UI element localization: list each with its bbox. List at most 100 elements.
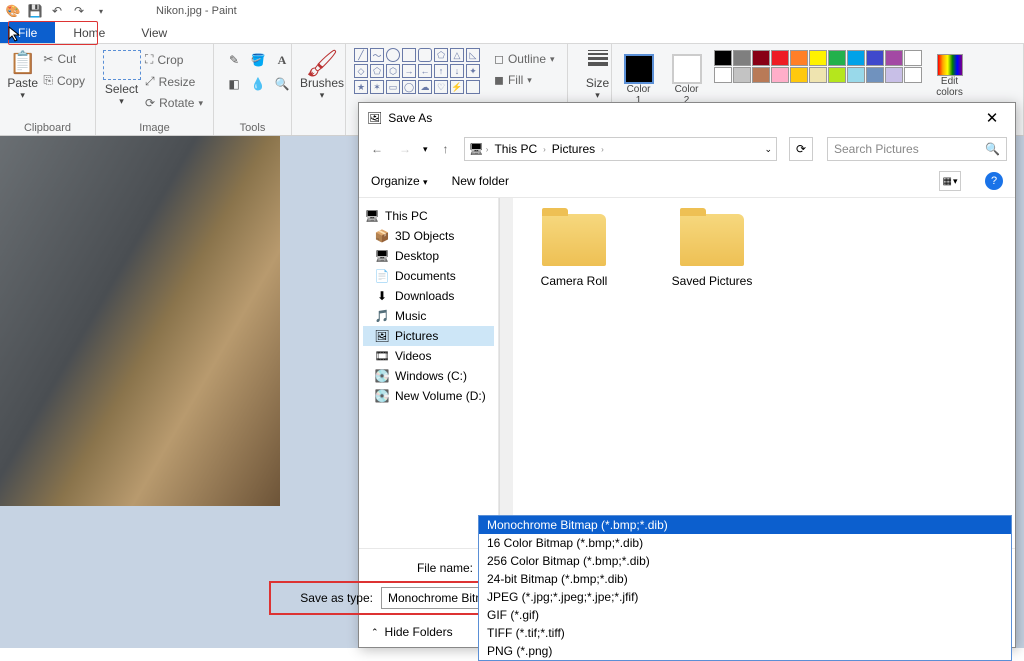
- close-button[interactable]: ✕: [977, 109, 1007, 127]
- back-button[interactable]: ←: [367, 139, 387, 159]
- view-options-button[interactable]: ▦▾: [939, 171, 961, 191]
- search-input[interactable]: Search Pictures 🔍: [827, 137, 1007, 161]
- eraser-icon[interactable]: ◧: [224, 74, 244, 94]
- palette-color[interactable]: [885, 50, 903, 66]
- filetype-option[interactable]: Monochrome Bitmap (*.bmp;*.dib): [479, 516, 1011, 534]
- shape-larrow[interactable]: ←: [418, 64, 432, 78]
- shape-6star[interactable]: ✶: [370, 80, 384, 94]
- shape-pent[interactable]: ⬠: [370, 64, 384, 78]
- filetype-dropdown[interactable]: Monochrome Bitmap (*.bmp;*.dib)16 Color …: [478, 515, 1012, 661]
- palette-color[interactable]: [828, 50, 846, 66]
- save-icon[interactable]: 💾: [26, 2, 44, 20]
- undo-icon[interactable]: ↶: [48, 2, 66, 20]
- address-bar[interactable]: 🖥 › This PC › Pictures › ⌄: [464, 137, 777, 161]
- help-button[interactable]: ?: [985, 172, 1003, 190]
- shape-callcloud[interactable]: ☁: [418, 80, 432, 94]
- shape-rtri[interactable]: ◺: [466, 48, 480, 62]
- palette-color[interactable]: [809, 67, 827, 83]
- refresh-button[interactable]: ⟳: [789, 137, 813, 161]
- filetype-option[interactable]: 256 Color Bitmap (*.bmp;*.dib): [479, 552, 1011, 570]
- tree-item[interactable]: 💽New Volume (D:): [363, 386, 494, 406]
- palette-color[interactable]: [771, 67, 789, 83]
- pencil-icon[interactable]: ✎: [224, 50, 244, 70]
- color1-button[interactable]: Color 1: [618, 50, 660, 110]
- text-icon[interactable]: A: [272, 50, 292, 70]
- shape-poly[interactable]: ⬠: [434, 48, 448, 62]
- menu-home[interactable]: Home: [55, 22, 123, 43]
- crop-button[interactable]: ⛶Crop: [141, 50, 207, 69]
- palette-color[interactable]: [790, 67, 808, 83]
- crumb-this-pc[interactable]: This PC: [490, 142, 541, 156]
- edit-colors-button[interactable]: Edit colors: [928, 50, 972, 102]
- magnify-icon[interactable]: 🔍: [272, 74, 292, 94]
- shape-tri[interactable]: △: [450, 48, 464, 62]
- shape-4star[interactable]: ✦: [466, 64, 480, 78]
- paint-app-icon[interactable]: 🎨: [4, 2, 22, 20]
- palette-color[interactable]: [714, 67, 732, 83]
- image-canvas[interactable]: [0, 136, 280, 506]
- brushes-button[interactable]: 🖌 Brushes ▾: [298, 46, 346, 105]
- palette-color[interactable]: [904, 67, 922, 83]
- shape-rarrow[interactable]: →: [402, 64, 416, 78]
- palette-color[interactable]: [866, 67, 884, 83]
- shape-outline-button[interactable]: ◻Outline ▾: [490, 50, 559, 68]
- tree-item[interactable]: 📦3D Objects: [363, 226, 494, 246]
- select-button[interactable]: Select ▾: [102, 46, 141, 111]
- palette-color[interactable]: [809, 50, 827, 66]
- shape-fill-button[interactable]: ◼Fill ▾: [490, 71, 559, 89]
- tree-item[interactable]: 📄Documents: [363, 266, 494, 286]
- filetype-option[interactable]: PNG (*.png): [479, 642, 1011, 660]
- copy-button[interactable]: ⎘Copy: [39, 71, 89, 90]
- shape-5star[interactable]: ★: [354, 80, 368, 94]
- paste-button[interactable]: 📋 Paste ▾: [6, 46, 39, 105]
- color-palette[interactable]: [714, 50, 922, 83]
- palette-color[interactable]: [790, 50, 808, 66]
- filetype-option[interactable]: JPEG (*.jpg;*.jpeg;*.jpe;*.jfif): [479, 588, 1011, 606]
- tree-item[interactable]: 🖥This PC: [363, 206, 494, 226]
- shape-heart[interactable]: ♡: [434, 80, 448, 94]
- shapes-gallery[interactable]: ╱～⬠△◺ ◇⬠⬡→←↑↓✦ ★✶▭◯☁♡⚡: [352, 46, 482, 96]
- up-button[interactable]: ↑: [436, 139, 456, 159]
- shape-calloval[interactable]: ◯: [402, 80, 416, 94]
- resize-button[interactable]: ⤢Resize: [141, 72, 207, 91]
- address-dropdown-icon[interactable]: ⌄: [764, 144, 772, 155]
- redo-icon[interactable]: ↷: [70, 2, 88, 20]
- fill-icon[interactable]: 🪣: [248, 50, 268, 70]
- picker-icon[interactable]: 💧: [248, 74, 268, 94]
- tree-item[interactable]: 🎵Music: [363, 306, 494, 326]
- shape-line[interactable]: ╱: [354, 48, 368, 62]
- folder-item[interactable]: Saved Pictures: [667, 214, 757, 288]
- qat-dropdown-icon[interactable]: ▾: [92, 2, 110, 20]
- shape-bolt[interactable]: ⚡: [450, 80, 464, 94]
- palette-color[interactable]: [866, 50, 884, 66]
- palette-color[interactable]: [752, 67, 770, 83]
- tree-item[interactable]: ⬇Downloads: [363, 286, 494, 306]
- palette-color[interactable]: [828, 67, 846, 83]
- palette-color[interactable]: [714, 50, 732, 66]
- palette-color[interactable]: [733, 50, 751, 66]
- organize-button[interactable]: Organize ▾: [371, 174, 428, 188]
- tree-scrollbar[interactable]: [499, 198, 513, 548]
- folder-view[interactable]: Camera RollSaved Pictures: [513, 198, 1015, 548]
- tree-item[interactable]: 🎞Videos: [363, 346, 494, 366]
- crumb-pictures[interactable]: Pictures: [548, 142, 599, 156]
- rotate-button[interactable]: ⟳Rotate ▾: [141, 94, 207, 112]
- shape-uarrow[interactable]: ↑: [434, 64, 448, 78]
- tree-item[interactable]: 🖥Desktop: [363, 246, 494, 266]
- shape-rect[interactable]: [402, 48, 416, 62]
- palette-color[interactable]: [904, 50, 922, 66]
- palette-color[interactable]: [771, 50, 789, 66]
- tree-item[interactable]: 🖼Pictures: [363, 326, 494, 346]
- shape-diamond[interactable]: ◇: [354, 64, 368, 78]
- filetype-option[interactable]: 16 Color Bitmap (*.bmp;*.dib): [479, 534, 1011, 552]
- palette-color[interactable]: [752, 50, 770, 66]
- shape-curve[interactable]: ～: [370, 48, 384, 62]
- shape-roundrect[interactable]: [418, 48, 432, 62]
- palette-color[interactable]: [733, 67, 751, 83]
- filetype-option[interactable]: GIF (*.gif): [479, 606, 1011, 624]
- shape-hex[interactable]: ⬡: [386, 64, 400, 78]
- filetype-option[interactable]: 24-bit Bitmap (*.bmp;*.dib): [479, 570, 1011, 588]
- color2-button[interactable]: Color 2: [666, 50, 708, 110]
- palette-color[interactable]: [847, 67, 865, 83]
- new-folder-button[interactable]: New folder: [452, 174, 509, 188]
